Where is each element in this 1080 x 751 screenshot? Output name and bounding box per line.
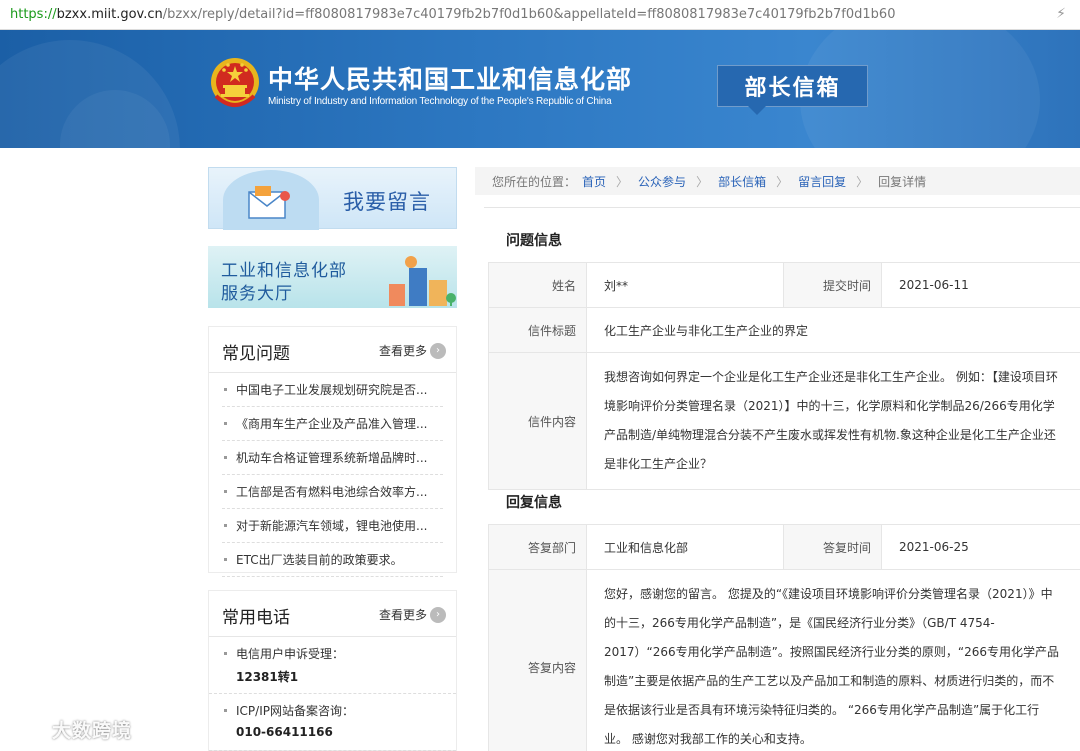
subject-label: 信件标题: [488, 307, 587, 353]
ministry-name-en: Ministry of Industry and Information Tec…: [268, 96, 612, 107]
faq-list: 中国电子工业发展规划研究院是否... 《商用车生产企业及产品准入管理... 机动…: [209, 373, 456, 577]
service-hall-label-line2: 服务大厅: [221, 284, 293, 304]
divider: [484, 207, 1080, 208]
reply-time-label: 答复时间: [783, 524, 882, 570]
faq-item[interactable]: 工信部是否有燃料电池综合效率方...: [222, 475, 443, 509]
breadcrumb-public-participation[interactable]: 公众参与: [638, 173, 686, 190]
minister-mailbox-title: 部长信箱: [717, 65, 868, 115]
dept-value: 工业和信息化部: [586, 524, 784, 570]
service-hall-label-line1: 工业和信息化部: [221, 261, 347, 281]
faq-title: 常见问题: [222, 344, 290, 364]
phone-number: 010-66411166: [236, 725, 333, 739]
name-label: 姓名: [488, 262, 587, 308]
address-bar[interactable]: https://bzxx.miit.gov.cn/bzxx/reply/deta…: [0, 0, 1080, 30]
breadcrumb-separator: 〉: [856, 174, 869, 189]
national-emblem-icon: [211, 58, 259, 107]
faq-more-label: 查看更多: [378, 344, 427, 358]
faq-item[interactable]: 对于新能源汽车领域，锂电池使用...: [222, 509, 443, 543]
breadcrumb-home[interactable]: 首页: [582, 173, 606, 190]
reply-table: 答复部门 工业和信息化部 答复时间 2021-06-25 答复内容 您好，感谢您…: [488, 524, 1080, 751]
watermark: 大数跨境: [8, 716, 132, 743]
lightning-icon[interactable]: ⚡: [1056, 6, 1066, 22]
phone-item: 电信用户申诉受理： 12381转1: [209, 637, 456, 694]
question-section-title: 问题信息: [506, 233, 562, 249]
reply-time-value: 2021-06-25: [881, 524, 1080, 570]
dept-label: 答复部门: [488, 524, 587, 570]
question-content: 我想咨询如何界定一个企业是化工生产企业还是非化工生产企业。 例如：【建设项目环境…: [586, 352, 1080, 490]
faq-more-link[interactable]: 查看更多 ›: [379, 342, 446, 359]
watermark-logo-icon: [8, 719, 51, 739]
url-scheme: https://: [10, 7, 57, 22]
question-table: 姓名 刘** 提交时间 2021-06-11 信件标题 化工生产企业与非化工生产…: [488, 262, 1080, 490]
faq-panel-header: 常见问题 查看更多 ›: [209, 327, 456, 373]
phone-label: 电信用户申诉受理：: [222, 645, 443, 662]
question-row-content: 信件内容 我想咨询如何界定一个企业是化工生产企业还是非化工生产企业。 例如：【建…: [488, 352, 1080, 490]
reply-row-dept: 答复部门 工业和信息化部 答复时间 2021-06-25: [488, 524, 1080, 570]
phones-panel-header: 常用电话 查看更多 ›: [209, 591, 456, 637]
phone-label: ICP/IP网站备案咨询：: [222, 702, 443, 719]
submit-time-label: 提交时间: [783, 262, 882, 308]
reply-section-title: 回复信息: [506, 495, 562, 511]
chevron-right-icon: ›: [430, 606, 446, 623]
phones-more-link[interactable]: 查看更多 ›: [379, 606, 446, 623]
url-text[interactable]: https://bzxx.miit.gov.cn/bzxx/reply/deta…: [10, 7, 895, 22]
breadcrumb-current: 回复详情: [878, 174, 927, 189]
faq-item[interactable]: 中国电子工业发展规划研究院是否...: [222, 373, 443, 407]
name-value: 刘**: [586, 262, 784, 308]
reply-row-content: 答复内容 您好，感谢您的留言。 您提及的“《建设项目环境影响评价分类管理名录（2…: [488, 569, 1080, 751]
watermark-text: 大数跨境: [52, 720, 133, 742]
leave-message-label: 我要留言: [343, 190, 431, 214]
phone-item: ICP/IP网站备案咨询： 010-66411166: [209, 694, 456, 751]
reply-content-label: 答复内容: [488, 569, 587, 751]
subject-value: 化工生产企业与非化工生产企业的界定: [586, 307, 1080, 353]
url-host: bzxx.miit.gov.cn: [56, 7, 163, 22]
city-buildings-icon: [389, 256, 456, 306]
faq-item[interactable]: 《商用车生产企业及产品准入管理...: [222, 407, 443, 441]
reply-content: 您好，感谢您的留言。 您提及的“《建设项目环境影响评价分类管理名录（2021）》…: [586, 569, 1080, 751]
phones-more-label: 查看更多: [378, 608, 427, 622]
phones-title: 常用电话: [222, 608, 290, 628]
breadcrumb-separator: 〉: [776, 174, 789, 189]
leave-message-button[interactable]: 我要留言: [208, 167, 457, 230]
breadcrumb: 您所在的位置： 首页 〉 公众参与 〉 部长信箱 〉 留言回复 〉 回复详情: [475, 167, 1080, 195]
faq-item[interactable]: ETC出厂选装目前的政策要求。: [222, 543, 443, 577]
breadcrumb-message-reply[interactable]: 留言回复: [798, 173, 846, 190]
faq-item[interactable]: 机动车合格证管理系统新增品牌时...: [222, 441, 443, 475]
question-row-subject: 信件标题 化工生产企业与非化工生产企业的界定: [488, 307, 1080, 353]
service-hall-button[interactable]: 工业和信息化部 服务大厅: [208, 246, 457, 308]
question-row-name: 姓名 刘** 提交时间 2021-06-11: [488, 262, 1080, 308]
breadcrumb-separator: 〉: [696, 174, 709, 189]
breadcrumb-minister-mailbox[interactable]: 部长信箱: [718, 173, 766, 190]
breadcrumb-separator: 〉: [616, 174, 629, 189]
phone-number: 12381转1: [236, 670, 299, 684]
envelope-icon: [248, 186, 290, 219]
url-path: /bzxx/reply/detail?id=ff8080817983e7c401…: [162, 7, 896, 22]
phones-panel: 常用电话 查看更多 › 电信用户申诉受理： 12381转1 ICP/IP网站备案咨…: [208, 590, 457, 751]
faq-panel: 常见问题 查看更多 › 中国电子工业发展规划研究院是否... 《商用车生产企业及产…: [208, 326, 457, 577]
submit-time-value: 2021-06-11: [881, 262, 1080, 308]
site-banner: 中华人民共和国工业和信息化部 Ministry of Industry and …: [0, 30, 1080, 148]
chevron-right-icon: ›: [430, 342, 446, 359]
content-label: 信件内容: [488, 352, 587, 490]
ministry-name-cn: 中华人民共和国工业和信息化部: [268, 65, 633, 94]
breadcrumb-prefix: 您所在的位置：: [492, 174, 577, 189]
